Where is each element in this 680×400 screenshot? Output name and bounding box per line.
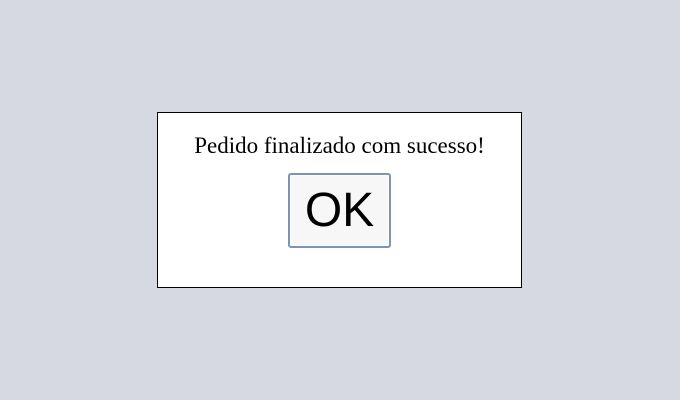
screen-background: Pedido finalizado com sucesso! OK: [0, 0, 680, 400]
success-message: Pedido finalizado com sucesso!: [194, 133, 485, 158]
ok-button[interactable]: OK: [288, 173, 391, 248]
success-dialog: Pedido finalizado com sucesso! OK: [157, 112, 522, 288]
